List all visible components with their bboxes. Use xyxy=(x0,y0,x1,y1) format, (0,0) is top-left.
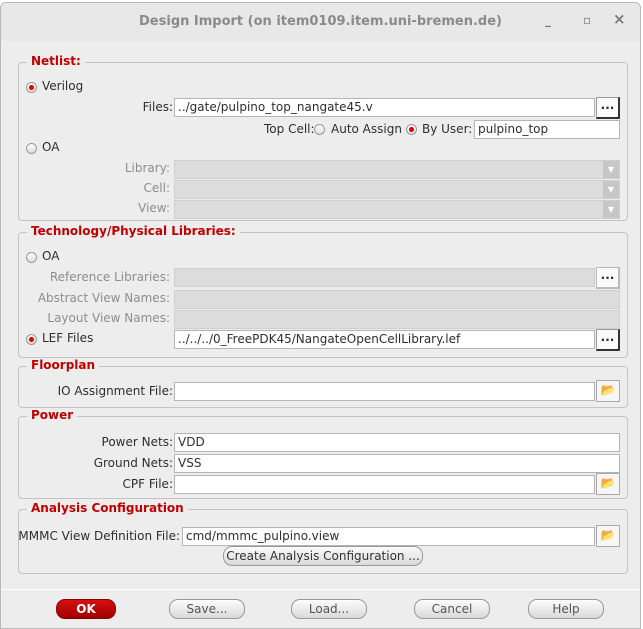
io-assignment-file-label: IO Assignment File: xyxy=(57,384,173,398)
library-dropdown[interactable]: ▼ xyxy=(174,160,620,179)
lef-files-radio[interactable] xyxy=(26,334,37,345)
cpf-file-input[interactable] xyxy=(174,475,595,494)
lef-files-input[interactable]: ../../../0_FreePDK45/NangateOpenCellLibr… xyxy=(174,330,595,349)
lef-files-label: LEF Files xyxy=(42,331,94,345)
layout-view-names-label: Layout View Names: xyxy=(47,311,170,325)
reference-libraries-label: Reference Libraries: xyxy=(49,270,170,284)
load-button[interactable]: Load... xyxy=(291,599,367,619)
cell-dropdown[interactable]: ▼ xyxy=(174,180,620,199)
layout-view-names-input[interactable] xyxy=(174,310,620,329)
mmmc-view-definition-file-input[interactable]: cmd/mmmc_pulpino.view xyxy=(182,527,595,546)
verilog-label: Verilog xyxy=(42,79,84,93)
ground-nets-input[interactable]: VSS xyxy=(174,454,620,473)
folder-open-icon[interactable]: 📂 xyxy=(596,380,620,402)
oa-netlist-radio[interactable] xyxy=(26,143,37,154)
io-assignment-file-input[interactable] xyxy=(174,382,595,401)
auto-assign-radio[interactable] xyxy=(314,124,325,135)
chevron-down-icon: ▼ xyxy=(603,181,619,198)
save-button[interactable]: Save... xyxy=(169,599,245,619)
title-bar[interactable]: Design Import (on item0109.item.uni-brem… xyxy=(1,3,640,41)
minimize-button[interactable]: _ xyxy=(545,13,551,27)
lef-files-browse-button[interactable]: ... xyxy=(596,329,620,351)
folder-open-icon[interactable]: 📂 xyxy=(596,525,620,547)
oa-tech-radio[interactable] xyxy=(26,252,37,263)
maximize-button[interactable]: ▫ xyxy=(583,13,591,27)
files-browse-button[interactable]: ... xyxy=(596,97,620,119)
netlist-label: Netlist: xyxy=(27,54,85,68)
power-nets-label: Power Nets: xyxy=(101,435,173,449)
abstract-view-names-label: Abstract View Names: xyxy=(37,291,170,305)
cpf-file-label: CPF File: xyxy=(122,477,173,491)
view-label: View: xyxy=(138,201,170,215)
folder-open-icon[interactable]: 📂 xyxy=(596,473,620,495)
close-button[interactable]: × xyxy=(613,10,626,28)
reference-libraries-input[interactable] xyxy=(174,268,595,287)
cell-label: Cell: xyxy=(143,181,170,195)
auto-assign-label: Auto Assign xyxy=(331,122,402,136)
power-label: Power xyxy=(27,408,78,422)
divider xyxy=(1,589,640,590)
ground-nets-label: Ground Nets: xyxy=(93,456,173,470)
oa-tech-label: OA xyxy=(42,249,60,263)
analysis-configuration-label: Analysis Configuration xyxy=(27,501,188,515)
files-label: Files: xyxy=(142,100,173,114)
create-analysis-configuration-button[interactable]: Create Analysis Configuration ... xyxy=(223,546,423,566)
files-input[interactable]: ../gate/pulpino_top_nangate45.v xyxy=(174,98,595,117)
chevron-down-icon: ▼ xyxy=(603,161,619,178)
library-label: Library: xyxy=(124,161,170,175)
top-cell-label: Top Cell: xyxy=(264,122,315,136)
ok-button[interactable]: OK xyxy=(56,599,116,619)
reference-libraries-browse-button[interactable]: ... xyxy=(596,267,620,289)
chevron-down-icon: ▼ xyxy=(603,201,619,218)
oa-netlist-label: OA xyxy=(42,140,60,154)
mmmc-view-definition-file-label: MMMC View Definition File: xyxy=(18,529,180,543)
view-dropdown[interactable]: ▼ xyxy=(174,200,620,219)
help-button[interactable]: Help xyxy=(528,599,604,619)
design-import-dialog: Design Import (on item0109.item.uni-brem… xyxy=(0,2,641,629)
tech-libraries-label: Technology/Physical Libraries: xyxy=(27,224,240,238)
power-nets-input[interactable]: VDD xyxy=(174,433,620,452)
verilog-radio[interactable] xyxy=(26,82,37,93)
floorplan-label: Floorplan xyxy=(27,358,100,372)
by-user-radio[interactable] xyxy=(406,124,417,135)
top-cell-input[interactable]: pulpino_top xyxy=(474,120,620,139)
by-user-label: By User: xyxy=(422,122,473,136)
cancel-button[interactable]: Cancel xyxy=(414,599,490,619)
abstract-view-names-input[interactable] xyxy=(174,290,620,309)
